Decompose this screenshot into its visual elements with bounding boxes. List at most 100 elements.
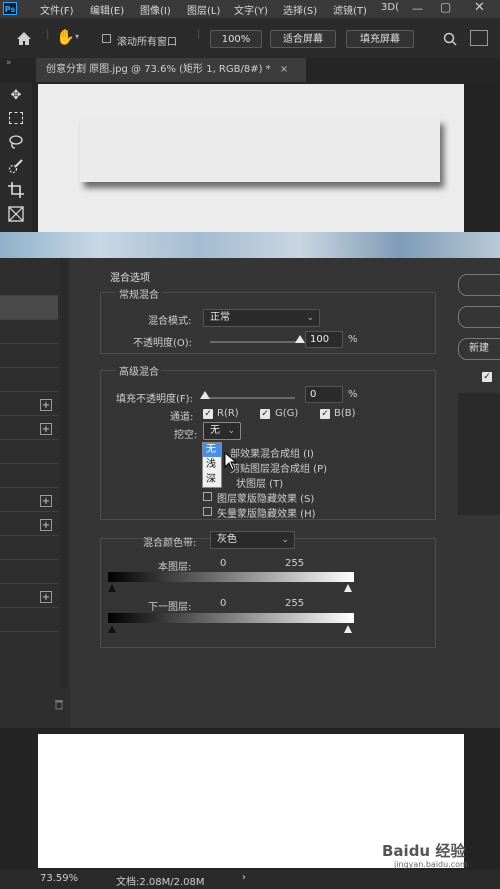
layer-style-dialog: + + + + + 混合选项 常规混合 混合模式: 正常 ⌄ 不透明度(O): …	[0, 258, 500, 728]
lasso-tool-icon[interactable]	[8, 134, 24, 150]
style-list-item[interactable]	[0, 368, 58, 392]
fill-opacity-unit: %	[348, 389, 358, 400]
blend-if-value: 灰色	[217, 534, 237, 545]
knockout-select[interactable]: 无 ⌄	[203, 422, 241, 440]
opacity-unit: %	[348, 334, 358, 345]
blend-interior-effects-label: 部效果混合成组 (I)	[230, 449, 314, 460]
menu-filter[interactable]: 滤镜(T)	[333, 2, 367, 17]
crop-tool-icon[interactable]	[8, 182, 24, 198]
menu-image[interactable]: 图像(I)	[140, 2, 171, 17]
fill-opacity-input[interactable]: 0	[305, 386, 343, 403]
marquee-tool-icon[interactable]	[9, 112, 23, 124]
new-style-button[interactable]: 新建	[458, 338, 500, 360]
this-layer-min: 0	[220, 558, 227, 569]
add-style-plus-icon[interactable]: +	[40, 399, 52, 411]
fit-screen-button[interactable]: 适合屏幕	[270, 30, 336, 48]
knockout-option-none[interactable]: 无	[203, 443, 221, 457]
this-layer-black-slider[interactable]	[108, 584, 116, 592]
status-bar: 73.59% 文档:2.08M/2.08M ›	[0, 870, 500, 889]
channel-r-label: R(R)	[217, 408, 239, 419]
move-tool-icon[interactable]: ✥	[8, 88, 24, 104]
search-icon[interactable]	[443, 32, 457, 46]
fill-opacity-label: 填充不透明度(F):	[116, 394, 193, 405]
menu-layer[interactable]: 图层(L)	[187, 2, 220, 17]
menu-file[interactable]: 文件(F)	[40, 2, 74, 17]
opacity-input[interactable]: 100	[305, 331, 343, 348]
blend-mode-label: 混合模式:	[148, 316, 192, 327]
tab-close-icon[interactable]: ×	[280, 64, 288, 75]
style-list-item[interactable]	[0, 440, 58, 464]
preview-checkbox[interactable]: ✓	[482, 372, 492, 382]
menu-edit[interactable]: 编辑(E)	[90, 2, 124, 17]
add-style-plus-icon[interactable]: +	[40, 519, 52, 531]
style-list-item[interactable]	[0, 536, 58, 560]
underlying-layer-gradient	[108, 613, 354, 623]
opacity-slider-thumb[interactable]	[295, 335, 305, 343]
frame-tool-icon[interactable]	[8, 206, 24, 222]
document-size: 文档:2.08M/2.08M	[116, 877, 205, 888]
menu-type[interactable]: 文字(Y)	[234, 2, 268, 17]
add-style-plus-icon[interactable]: +	[40, 591, 52, 603]
quick-select-tool-icon[interactable]	[8, 158, 24, 174]
ok-button[interactable]	[458, 274, 500, 296]
baidu-jingyan-logo: Baidu 经验	[382, 842, 466, 860]
document-tab[interactable]: 创意分割 原图.jpg @ 73.6% (矩形 1, RGB/8#) * ×	[36, 58, 306, 82]
knockout-option-deep[interactable]: 深	[203, 473, 221, 487]
fill-opacity-slider-track[interactable]	[205, 397, 295, 399]
style-list-item[interactable]	[0, 344, 58, 368]
fill-screen-button[interactable]: 填充屏幕	[346, 30, 414, 48]
fill-opacity-slider-thumb[interactable]	[200, 391, 210, 399]
workspace-icon[interactable]	[470, 30, 488, 46]
layer-mask-hides-effects-label: 图层蒙版隐藏效果 (S)	[217, 494, 315, 505]
status-expand-arrow[interactable]: ›	[242, 872, 246, 883]
style-list-item[interactable]	[0, 464, 58, 488]
style-list-item[interactable]	[0, 320, 58, 344]
close-icon[interactable]: ✕	[474, 0, 485, 15]
blend-mode-select[interactable]: 正常 ⌄	[203, 309, 320, 327]
layer-mask-hides-effects-checkbox[interactable]	[203, 492, 212, 501]
zoom-100-button[interactable]: 100%	[210, 30, 262, 48]
blending-options-title: 混合选项	[110, 273, 150, 284]
zoom-level[interactable]: 73.59%	[40, 873, 78, 884]
menu-bar: Ps 文件(F) 编辑(E) 图像(I) 图层(L) 文字(Y) 选择(S) 滤…	[0, 0, 500, 18]
photoshop-logo[interactable]: Ps	[3, 2, 17, 15]
style-list-scrollbar[interactable]	[60, 258, 68, 688]
restore-icon[interactable]: ▢	[440, 0, 451, 14]
options-bar: | ✋ ▾ 滚动所有窗口 | 100% 适合屏幕 填充屏幕	[0, 18, 500, 59]
add-style-plus-icon[interactable]: +	[40, 423, 52, 435]
scroll-all-windows-checkbox[interactable]	[102, 34, 111, 43]
channel-b-label: B(B)	[334, 408, 356, 419]
document-tab-title: 创意分割 原图.jpg @ 73.6% (矩形 1, RGB/8#) *	[46, 64, 271, 75]
rectangle-shape[interactable]	[80, 118, 440, 182]
channel-g-checkbox[interactable]: ✓	[260, 409, 270, 419]
underlying-black-slider[interactable]	[108, 625, 116, 633]
blend-clipped-layers-label: 剪贴图层混合成组 (P)	[230, 464, 328, 475]
home-icon[interactable]	[16, 31, 32, 46]
vector-mask-hides-effects-checkbox[interactable]	[203, 507, 212, 516]
style-list-item[interactable]	[0, 560, 58, 584]
general-blending-title: 常规混合	[116, 286, 162, 301]
underlying-white-slider[interactable]	[344, 625, 352, 633]
blend-if-group	[100, 538, 436, 648]
chevron-down-icon[interactable]: ▾	[75, 32, 79, 41]
cancel-button[interactable]	[458, 306, 500, 328]
blend-if-select[interactable]: 灰色 ⌄	[210, 531, 295, 549]
style-list-item[interactable]	[0, 608, 58, 632]
style-list-item-selected[interactable]	[0, 296, 58, 320]
minimize-icon[interactable]: —	[412, 2, 423, 15]
trash-icon[interactable]	[54, 698, 64, 710]
this-layer-white-slider[interactable]	[344, 584, 352, 592]
style-list-item[interactable]	[0, 272, 58, 296]
opacity-slider-track[interactable]	[210, 341, 300, 343]
knockout-option-shallow[interactable]: 浅	[203, 458, 221, 472]
menu-select[interactable]: 选择(S)	[283, 2, 317, 17]
chevron-down-icon: ⌄	[281, 535, 289, 545]
channel-r-checkbox[interactable]: ✓	[203, 409, 213, 419]
knockout-dropdown-list: 无 浅 深	[202, 442, 222, 488]
chevron-down-icon: ⌄	[227, 426, 235, 436]
collapse-panels-icon[interactable]: »	[6, 58, 12, 68]
hand-tool-icon[interactable]: ✋	[56, 28, 75, 46]
channel-b-checkbox[interactable]: ✓	[320, 409, 330, 419]
add-style-plus-icon[interactable]: +	[40, 495, 52, 507]
menu-3d[interactable]: 3D(	[381, 2, 399, 13]
